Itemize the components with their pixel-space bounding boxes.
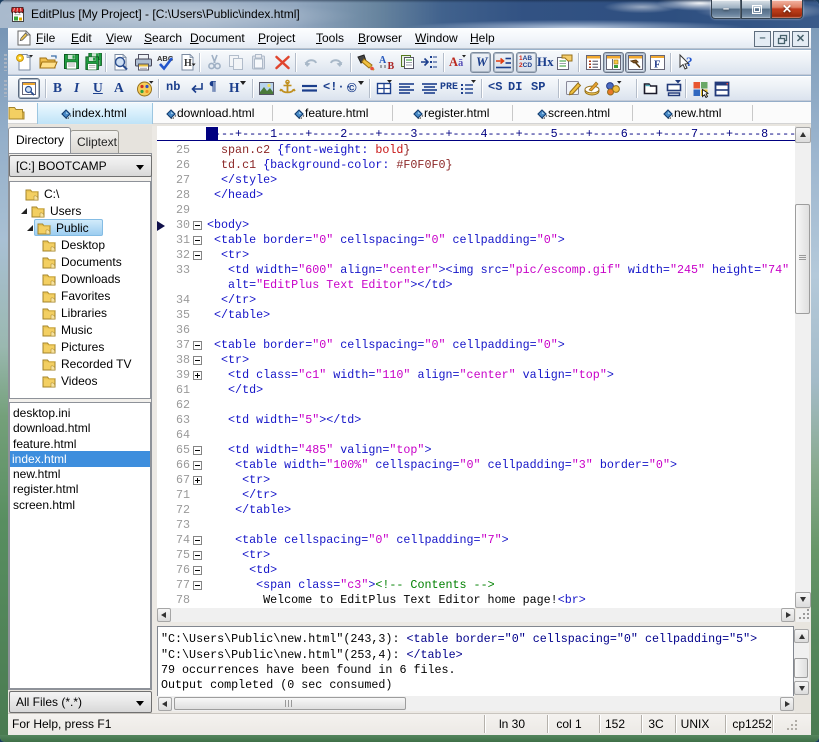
svg-text:H: H <box>184 58 192 69</box>
svg-text:ā: ā <box>458 58 464 69</box>
svg-text:B: B <box>388 61 395 72</box>
svg-text:?: ? <box>686 54 693 69</box>
svg-text:F: F <box>654 60 660 71</box>
svg-text:A: A <box>449 55 458 69</box>
svg-text:A: A <box>379 55 387 66</box>
